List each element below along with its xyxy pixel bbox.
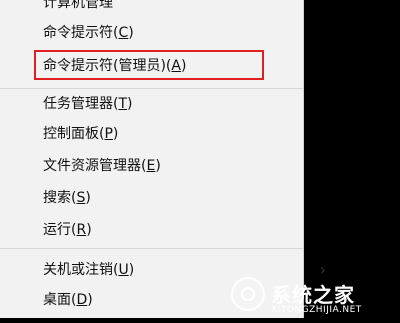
menu-item-label: 任务管理器( [43, 96, 119, 112]
watermark-title: 系统之家 [271, 283, 355, 307]
menu-item-suffix: ) [155, 158, 161, 174]
menu-separator [0, 88, 303, 89]
menu-item-suffix: ) [128, 25, 134, 41]
menu-item-task-manager[interactable]: 任务管理器(T) [0, 91, 300, 117]
menu-item-label: 命令提示符( [43, 25, 119, 41]
menu-item-label: 运行( [43, 222, 77, 238]
menu-item-accel: U [118, 262, 129, 278]
menu-item-file-explorer[interactable]: 文件资源管理器(E) [0, 153, 300, 179]
menu-item-suffix: ) [87, 292, 93, 308]
context-menu: 计算机管理 命令提示符(C) 命令提示符(管理员)(A) 任务管理器(T) 控制… [0, 0, 326, 318]
watermark: 系统之家 XITONGZHIJIA.NET [221, 275, 400, 323]
menu-item-command-prompt[interactable]: 命令提示符(C) [0, 20, 300, 46]
menu-item-accel: D [76, 292, 88, 308]
menu-item-suffix: ) [112, 126, 119, 142]
menu-item-suffix: ) [128, 262, 135, 278]
menu-item-label: 计算机管理 [43, 0, 113, 11]
menu-item-accel: P [104, 126, 113, 142]
highlight-box [34, 50, 264, 80]
menu-item-label: 控制面板( [43, 126, 105, 142]
menu-item-search[interactable]: 搜索(S) [0, 185, 300, 211]
menu-item-accel: T [118, 96, 128, 112]
menu-item-accel: R [76, 222, 87, 238]
menu-item-label: 桌面( [43, 292, 77, 308]
menu-item-control-panel[interactable]: 控制面板(P) [0, 121, 300, 147]
menu-item-suffix: ) [127, 96, 133, 112]
menu-item-suffix: ) [86, 222, 92, 238]
menu-item-suffix: ) [85, 190, 91, 206]
menu-item-accel: C [118, 25, 129, 41]
menu-item-label: 搜索( [43, 190, 77, 206]
menu-item-label: 文件资源管理器( [43, 158, 147, 174]
logo-icon [231, 277, 265, 311]
watermark-url: XITONGZHIJIA.NET [271, 305, 362, 315]
menu-item-accel: E [146, 158, 156, 174]
menu-separator [0, 248, 303, 249]
menu-item-computer-management[interactable]: 计算机管理 [0, 0, 300, 16]
menu-item-run[interactable]: 运行(R) [0, 217, 300, 243]
menu-item-label: 关机或注销( [43, 262, 119, 278]
